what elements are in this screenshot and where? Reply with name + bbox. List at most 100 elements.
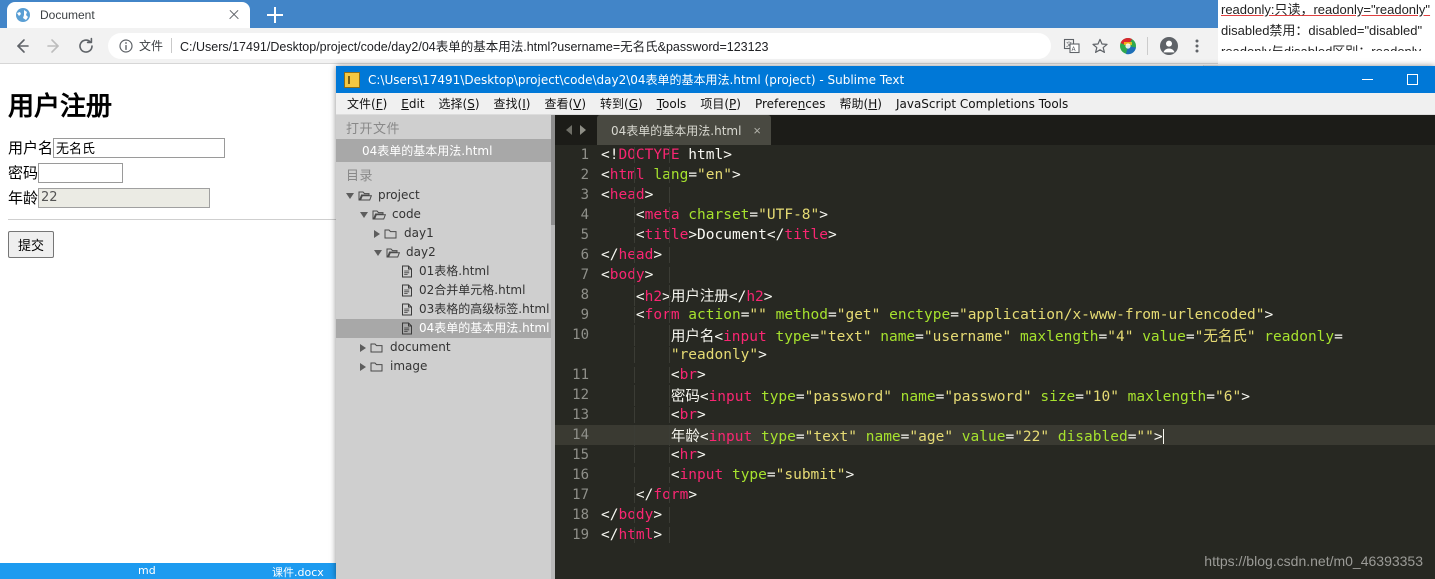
menu-item-9[interactable]: 帮助(H) — [833, 93, 889, 114]
code-text: </form> — [601, 487, 1435, 503]
token-punc: > — [645, 187, 654, 203]
taskbar-item-docx[interactable]: 课件.docx — [272, 564, 324, 579]
code-line-4[interactable]: 4 <meta charset="UTF-8"> — [555, 205, 1435, 225]
username-input[interactable] — [53, 138, 225, 158]
code-text: <br> — [601, 367, 1435, 383]
menu-item-5[interactable]: 转到(G) — [593, 93, 650, 114]
token-plain — [601, 207, 636, 223]
code-line-5[interactable]: 5 <title>Document</title> — [555, 225, 1435, 245]
token-punc: < — [671, 467, 680, 483]
token-tag: h2 — [746, 289, 763, 305]
token-tag: input — [680, 467, 724, 483]
chevron-right-icon[interactable] — [360, 344, 366, 352]
close-icon[interactable] — [226, 7, 242, 23]
code-line-1[interactable]: 1<!DOCTYPE html> — [555, 145, 1435, 165]
back-button[interactable] — [8, 32, 36, 60]
menu-item-8[interactable]: Preferences — [748, 95, 833, 113]
tree-item-0[interactable]: project — [336, 186, 555, 205]
close-icon[interactable]: × — [753, 124, 761, 137]
menu-item-10[interactable]: JavaScript Completions Tools — [889, 95, 1075, 113]
profile-avatar-icon[interactable] — [1156, 33, 1182, 59]
menu-item-2[interactable]: 选择(S) — [432, 93, 487, 114]
code-line-17[interactable]: 17 </form> — [555, 485, 1435, 505]
chevron-down-icon[interactable] — [374, 250, 382, 256]
forward-button[interactable] — [40, 32, 68, 60]
code-line-15[interactable]: 15 <hr> — [555, 445, 1435, 465]
code-line-10[interactable]: 10 用户名<input type="text" name="username"… — [555, 325, 1435, 345]
menu-item-6[interactable]: Tools — [650, 95, 694, 113]
token-punc: < — [636, 207, 645, 223]
three-dot-menu-icon[interactable] — [1184, 33, 1210, 59]
code-editor[interactable]: 1<!DOCTYPE html>2<html lang="en">3<head>… — [555, 145, 1435, 579]
chevron-down-icon[interactable] — [360, 212, 368, 218]
file-icon — [401, 303, 413, 316]
token-punc: = — [1005, 429, 1014, 445]
menu-item-4[interactable]: 查看(V) — [537, 93, 593, 114]
address-bar[interactable]: 文件 C:/Users/17491/Desktop/project/code/d… — [108, 33, 1051, 59]
token-punc: > — [697, 447, 706, 463]
tab-nav-arrows[interactable] — [555, 115, 597, 145]
token-attr: type — [723, 467, 767, 483]
editor-tab[interactable]: 04表单的基本用法.html × — [597, 115, 771, 145]
code-line-6[interactable]: 6</head> — [555, 245, 1435, 265]
code-line-13[interactable]: 13 <br> — [555, 405, 1435, 425]
token-plain — [601, 467, 671, 483]
open-file-item[interactable]: 04表单的基本用法.html — [336, 139, 555, 162]
code-line-2[interactable]: 2<html lang="en"> — [555, 165, 1435, 185]
code-line-19[interactable]: 19</html> — [555, 525, 1435, 545]
indent-guide — [634, 187, 635, 203]
username-label: 用户名 — [8, 137, 53, 158]
indent-guide — [669, 447, 670, 463]
code-text: <h2>用户注册</h2> — [601, 285, 1435, 306]
code-text: <hr> — [601, 447, 1435, 463]
submit-button[interactable]: 提交 — [8, 231, 54, 258]
chevron-left-icon — [564, 124, 574, 136]
tree-item-6[interactable]: 03表格的高级标签.html — [336, 300, 555, 319]
code-line-9[interactable]: 9 <form action="" method="get" enctype="… — [555, 305, 1435, 325]
menu-item-1[interactable]: Edit — [394, 95, 431, 113]
tree-item-9[interactable]: image — [336, 357, 555, 376]
windows-taskbar[interactable]: md 课件.docx — [0, 563, 336, 579]
menu-item-3[interactable]: 查找(I) — [487, 93, 538, 114]
token-str: "text" — [819, 329, 871, 345]
minimize-button[interactable] — [1345, 66, 1390, 93]
code-line-12[interactable]: 12 密码<input type="password" name="passwo… — [555, 385, 1435, 405]
tree-item-8[interactable]: document — [336, 338, 555, 357]
code-line-8[interactable]: 8 <h2>用户注册</h2> — [555, 285, 1435, 305]
code-line-18[interactable]: 18</body> — [555, 505, 1435, 525]
code-line-7[interactable]: 7<body> — [555, 265, 1435, 285]
tree-item-1[interactable]: code — [336, 205, 555, 224]
tree-item-3[interactable]: day2 — [336, 243, 555, 262]
url-text: C:/Users/17491/Desktop/project/code/day2… — [180, 36, 1045, 55]
translate-icon[interactable]: 文 A — [1059, 33, 1085, 59]
tree-item-2[interactable]: day1 — [336, 224, 555, 243]
token-tag: input — [723, 329, 767, 345]
taskbar-item-md[interactable]: md — [138, 564, 156, 577]
tree-item-label: document — [390, 340, 451, 355]
menu-item-7[interactable]: 项目(P) — [693, 93, 748, 114]
menu-item-0[interactable]: 文件(F) — [340, 93, 394, 114]
new-tab-button[interactable] — [262, 4, 288, 26]
chevron-right-icon[interactable] — [374, 230, 380, 238]
tree-item-5[interactable]: 02合并单元格.html — [336, 281, 555, 300]
sublime-title-bar: C:\Users\17491\Desktop\project\code\day2… — [336, 66, 1435, 93]
reload-button[interactable] — [72, 32, 100, 60]
star-icon[interactable] — [1087, 33, 1113, 59]
maximize-button[interactable] — [1390, 66, 1435, 93]
token-str: "4" — [1107, 329, 1133, 345]
info-circle-icon[interactable] — [118, 38, 134, 54]
token-punc: < — [671, 407, 680, 423]
chevron-down-icon[interactable] — [346, 193, 354, 199]
code-line-11[interactable]: 11 <br> — [555, 365, 1435, 385]
idm-extension-icon[interactable] — [1115, 33, 1141, 59]
code-line-16[interactable]: 16 <input type="submit"> — [555, 465, 1435, 485]
code-line-14[interactable]: 14 年龄<input type="text" name="age" value… — [555, 425, 1435, 445]
password-input[interactable] — [38, 163, 123, 183]
tree-item-4[interactable]: 01表格.html — [336, 262, 555, 281]
chevron-right-icon[interactable] — [360, 363, 366, 371]
token-punc: = — [915, 329, 924, 345]
code-line-3[interactable]: 3<head> — [555, 185, 1435, 205]
tree-item-7[interactable]: 04表单的基本用法.html — [336, 319, 555, 338]
code-line-wrap[interactable]: "readonly"> — [555, 345, 1435, 365]
browser-tab-document[interactable]: Document — [7, 2, 250, 28]
